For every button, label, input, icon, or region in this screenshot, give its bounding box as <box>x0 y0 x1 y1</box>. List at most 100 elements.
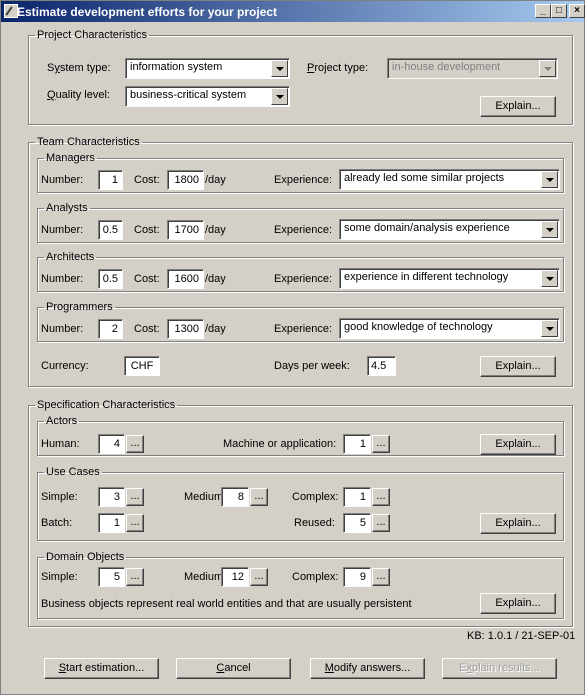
system-type-value: information system <box>130 61 223 73</box>
use-cases-reused-label: Reused: <box>294 517 335 529</box>
system-type-select[interactable]: information system <box>125 58 290 79</box>
minimize-button[interactable]: _ <box>535 4 551 18</box>
chevron-down-icon[interactable] <box>539 60 556 77</box>
close-button[interactable]: × <box>569 4 585 18</box>
quality-level-select[interactable]: business-critical system <box>125 86 290 107</box>
managers-experience-label: Experience: <box>274 174 333 186</box>
chevron-down-icon[interactable] <box>271 60 288 77</box>
managers-experience-select[interactable]: already led some similar projects <box>339 169 560 190</box>
domain-objects-note: Business objects represent real world en… <box>41 598 412 610</box>
architects-experience-select[interactable]: experience in different technology <box>339 268 560 289</box>
programmers-experience-label: Experience: <box>274 323 333 335</box>
domain-medium-input[interactable]: 12 <box>221 567 249 587</box>
analysts-number-input[interactable]: 0.5 <box>98 220 123 240</box>
managers-experience-value: already led some similar projects <box>344 172 505 184</box>
programmers-experience-value: good knowledge of technology <box>344 321 493 333</box>
use-cases-simple-input[interactable]: 3 <box>98 487 125 507</box>
architects-experience-label: Experience: <box>274 273 333 285</box>
use-cases-simple-label: Simple: <box>41 491 78 503</box>
domain-objects-legend: Domain Objects <box>46 551 125 563</box>
architects-experience-value: experience in different technology <box>344 271 509 283</box>
days-per-week-input[interactable]: 4.5 <box>367 356 396 376</box>
cancel-button[interactable]: Cancel <box>176 658 291 679</box>
use-cases-batch-label: Batch: <box>41 517 73 529</box>
analysts-legend: Analysts <box>46 202 88 214</box>
actors-human-input[interactable]: 4 <box>98 434 125 454</box>
managers-per-day-label: /day <box>205 174 226 186</box>
programmers-legend: Programmers <box>46 301 113 313</box>
use-cases-medium-more-button[interactable]: ... <box>250 488 268 506</box>
domain-simple-label: Simple: <box>41 571 78 583</box>
architects-cost-label: Cost: <box>134 273 160 285</box>
project-characteristics-legend: Project Characteristics <box>37 29 148 41</box>
architects-legend: Architects <box>46 251 95 263</box>
chevron-down-icon[interactable] <box>541 270 558 287</box>
programmers-number-input[interactable]: 2 <box>98 319 123 339</box>
modify-answers-button[interactable]: Modify answers... <box>310 658 425 679</box>
project-type-value: in-house development <box>392 61 501 73</box>
project-type-label: Project type: <box>307 62 369 74</box>
architects-number-input[interactable]: 0.5 <box>98 269 123 289</box>
programmers-experience-select[interactable]: good knowledge of technology <box>339 318 560 339</box>
actors-machine-label: Machine or application: <box>223 438 337 450</box>
currency-input[interactable]: CHF <box>124 356 160 376</box>
days-per-week-label: Days per week: <box>274 360 350 372</box>
project-explain-button[interactable]: Explain... <box>480 96 556 117</box>
analysts-experience-label: Experience: <box>274 224 333 236</box>
use-cases-reused-more-button[interactable]: ... <box>372 514 390 532</box>
actors-machine-more-button[interactable]: ... <box>372 435 390 453</box>
actors-human-more-button[interactable]: ... <box>126 435 144 453</box>
currency-label: Currency: <box>41 360 89 372</box>
maximize-button[interactable]: □ <box>551 4 567 18</box>
domain-simple-more-button[interactable]: ... <box>126 568 144 586</box>
analysts-cost-input[interactable]: 1700 <box>167 220 204 240</box>
domain-complex-more-button[interactable]: ... <box>372 568 390 586</box>
kb-version: KB: 1.0.1 / 21-SEP-01 <box>467 630 576 642</box>
analysts-cost-label: Cost: <box>134 224 160 236</box>
use-cases-reused-input[interactable]: 5 <box>343 513 371 533</box>
use-cases-medium-label: Medium: <box>184 491 227 503</box>
domain-simple-input[interactable]: 5 <box>98 567 125 587</box>
system-type-label: System type: <box>47 62 111 74</box>
managers-cost-label: Cost: <box>134 174 160 186</box>
use-cases-explain-button[interactable]: Explain... <box>480 513 556 534</box>
explain-results-button[interactable]: Explain results... <box>442 658 557 679</box>
managers-cost-input[interactable]: 1800 <box>167 170 204 190</box>
analysts-number-label: Number: <box>41 224 84 236</box>
analysts-experience-value: some domain/analysis experience <box>344 222 510 234</box>
use-cases-complex-more-button[interactable]: ... <box>372 488 390 506</box>
analysts-experience-select[interactable]: some domain/analysis experience <box>339 219 560 240</box>
actors-legend: Actors <box>46 415 78 427</box>
managers-number-input[interactable]: 1 <box>98 170 123 190</box>
use-cases-complex-input[interactable]: 1 <box>343 487 371 507</box>
chevron-down-icon[interactable] <box>541 221 558 238</box>
specification-characteristics-legend: Specification Characteristics <box>37 399 176 411</box>
domain-explain-button[interactable]: Explain... <box>480 593 556 614</box>
use-cases-batch-input[interactable]: 1 <box>98 513 125 533</box>
use-cases-legend: Use Cases <box>46 466 100 478</box>
project-type-select[interactable]: in-house development <box>387 58 558 79</box>
estimate-window: Estimate development efforts for your pr… <box>0 0 585 695</box>
actors-explain-button[interactable]: Explain... <box>480 434 556 455</box>
managers-legend: Managers <box>46 152 95 164</box>
architects-per-day-label: /day <box>205 273 226 285</box>
start-estimation-button[interactable]: Start estimation... <box>44 658 159 679</box>
actors-machine-input[interactable]: 1 <box>343 434 371 454</box>
managers-number-label: Number: <box>41 174 84 186</box>
use-cases-complex-label: Complex: <box>292 491 339 503</box>
domain-medium-more-button[interactable]: ... <box>250 568 268 586</box>
team-characteristics-legend: Team Characteristics <box>37 136 140 148</box>
chevron-down-icon[interactable] <box>541 171 558 188</box>
programmers-per-day-label: /day <box>205 323 226 335</box>
domain-complex-input[interactable]: 9 <box>343 567 371 587</box>
architects-cost-input[interactable]: 1600 <box>167 269 204 289</box>
domain-medium-label: Medium: <box>184 571 227 583</box>
chevron-down-icon[interactable] <box>271 88 288 105</box>
use-cases-medium-input[interactable]: 8 <box>221 487 249 507</box>
use-cases-simple-more-button[interactable]: ... <box>126 488 144 506</box>
chevron-down-icon[interactable] <box>541 320 558 337</box>
use-cases-batch-more-button[interactable]: ... <box>126 514 144 532</box>
team-explain-button[interactable]: Explain... <box>480 356 556 377</box>
architects-number-label: Number: <box>41 273 84 285</box>
programmers-cost-input[interactable]: 1300 <box>167 319 204 339</box>
